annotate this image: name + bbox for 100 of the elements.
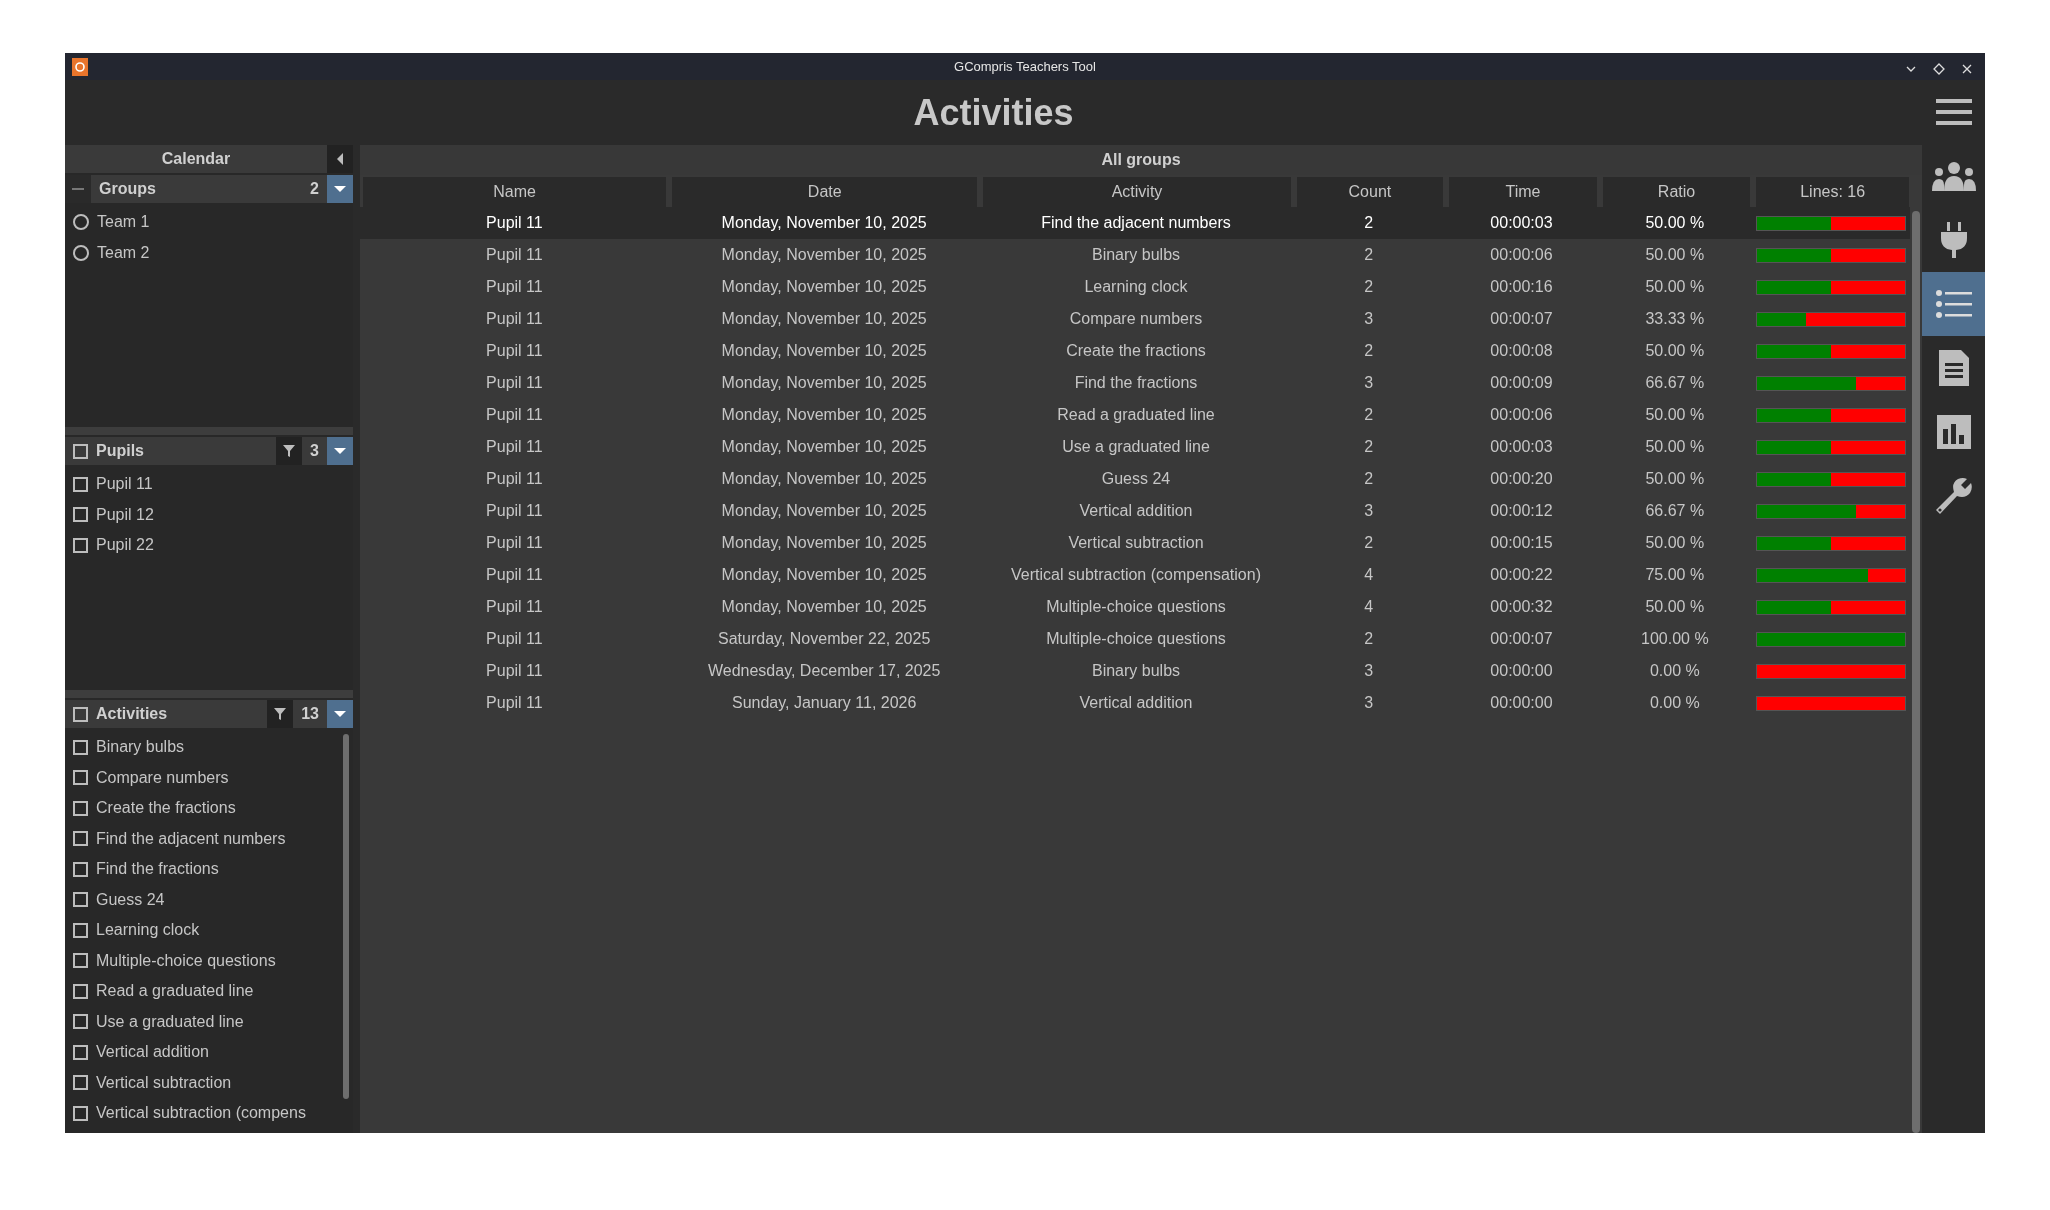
collapse-icon[interactable] xyxy=(335,152,345,166)
checkbox[interactable] xyxy=(73,507,88,523)
checkbox[interactable] xyxy=(73,892,88,908)
table-cell: 00:00:12 xyxy=(1490,502,1553,519)
table-row[interactable]: Pupil 11 Monday, November 10, 2025 Create the fractions 2 00:00:08 50.00 % xyxy=(360,335,1910,367)
list-item[interactable]: Pupil 12 xyxy=(96,502,154,527)
table-cell: 00:00:03 xyxy=(1490,438,1553,455)
column-header[interactable]: Date xyxy=(672,177,978,207)
checkbox[interactable] xyxy=(73,953,88,969)
radio-button[interactable] xyxy=(73,244,89,261)
checkbox[interactable] xyxy=(73,770,88,786)
column-header[interactable]: Time xyxy=(1449,177,1597,207)
list-item[interactable]: Multiple-choice questions xyxy=(96,948,276,973)
table-row[interactable]: Pupil 11 Monday, November 10, 2025 Binary bulbs 2 00:00:06 50.00 % xyxy=(360,239,1910,271)
table-cell: 00:00:08 xyxy=(1490,342,1553,359)
list-item[interactable]: Compare numbers xyxy=(96,765,229,790)
column-header[interactable]: Ratio xyxy=(1602,177,1751,207)
table-cell: 50.00 % xyxy=(1645,342,1705,359)
table-cell: Pupil 11 xyxy=(486,534,543,551)
dropdown-icon[interactable] xyxy=(333,710,347,718)
dropdown-icon[interactable] xyxy=(333,447,347,455)
checkbox[interactable] xyxy=(73,800,88,816)
dropdown-icon[interactable] xyxy=(333,185,347,193)
checkbox[interactable] xyxy=(73,739,88,755)
list-item[interactable]: Vertical addition xyxy=(96,1040,209,1065)
table-cell: Pupil 11 xyxy=(486,342,543,359)
table-cell: Monday, November 10, 2025 xyxy=(721,278,927,295)
list-item[interactable]: Pupil 22 xyxy=(96,533,154,558)
scrollbar[interactable] xyxy=(343,734,349,1099)
list-item[interactable]: Team 2 xyxy=(97,240,150,265)
table-row[interactable]: Pupil 11 Wednesday, December 17, 2025 Binary bulbs 3 00:00:00 0.00 % xyxy=(360,655,1910,687)
list-item[interactable]: Create the fractions xyxy=(96,796,236,821)
filter-icon[interactable] xyxy=(273,707,288,721)
checkbox[interactable] xyxy=(73,537,88,553)
menu-icon[interactable] xyxy=(1935,97,1972,127)
list-icon[interactable] xyxy=(1935,289,1972,319)
checkbox[interactable] xyxy=(73,1105,88,1121)
table-cell: Pupil 11 xyxy=(486,630,543,647)
checkbox[interactable] xyxy=(73,861,88,877)
column-header[interactable]: Lines: 16 xyxy=(1756,177,1909,207)
radio-button[interactable] xyxy=(73,214,89,231)
list-item[interactable]: Team 1 xyxy=(97,210,150,235)
column-header[interactable]: Name xyxy=(363,177,667,207)
table-row[interactable]: Pupil 11 Monday, November 10, 2025 Find the adjacent numbers 2 00:00:03 50.00 % xyxy=(360,207,1910,239)
list-item[interactable]: Read a graduated line xyxy=(96,979,254,1004)
checkbox[interactable] xyxy=(73,476,88,492)
table-row[interactable]: Pupil 11 Sunday, January 11, 2026 Vertical addition 3 00:00:00 0.00 % xyxy=(360,687,1910,719)
column-header[interactable]: Activity xyxy=(983,177,1291,207)
list-item[interactable]: Guess 24 xyxy=(96,887,165,912)
checkbox[interactable] xyxy=(73,443,88,459)
maximize-icon[interactable] xyxy=(1933,62,1945,75)
list-item[interactable]: Binary bulbs xyxy=(96,735,185,760)
table-cell: Learning clock xyxy=(1084,278,1188,295)
checkbox[interactable] xyxy=(73,1044,88,1060)
checkbox[interactable] xyxy=(73,831,88,847)
list-item[interactable]: Vertical subtraction (compens xyxy=(96,1101,306,1126)
document-icon[interactable] xyxy=(1938,350,1969,386)
checkbox[interactable] xyxy=(73,1075,88,1091)
close-icon[interactable] xyxy=(1961,62,1973,75)
checkbox[interactable] xyxy=(73,983,88,999)
table-cell: 66.67 % xyxy=(1645,502,1705,519)
filter-icon[interactable] xyxy=(282,444,297,458)
checkbox[interactable] xyxy=(73,1014,88,1030)
table-row[interactable]: Pupil 11 Monday, November 10, 2025 Guess 24 2 00:00:20 50.00 % xyxy=(360,463,1910,495)
table-row[interactable]: Pupil 11 Monday, November 10, 2025 Learning clock 2 00:00:16 50.00 % xyxy=(360,271,1910,303)
table-cell: Pupil 11 xyxy=(486,502,543,519)
table-row[interactable]: Pupil 11 Monday, November 10, 2025 Read a graduated line 2 00:00:06 50.00 % xyxy=(360,399,1910,431)
table-row[interactable]: Pupil 11 Monday, November 10, 2025 Find the fractions 3 00:00:09 66.67 % xyxy=(360,367,1910,399)
bar-chart-icon[interactable] xyxy=(1936,415,1971,449)
calendar-title: Calendar xyxy=(160,149,232,169)
wrench-icon[interactable] xyxy=(1935,478,1972,514)
table-cell: 100.00 % xyxy=(1641,630,1709,647)
table-cell: 75.00 % xyxy=(1645,566,1705,583)
list-item[interactable]: Learning clock xyxy=(96,918,200,943)
table-row[interactable]: Pupil 11 Monday, November 10, 2025 Vertical addition 3 00:00:12 66.67 % xyxy=(360,495,1910,527)
table-row[interactable]: Pupil 11 Monday, November 10, 2025 Multiple-choice questions 4 00:00:32 50.00 % xyxy=(360,591,1910,623)
scrollbar[interactable] xyxy=(1912,211,1920,1133)
checkbox[interactable] xyxy=(73,922,88,938)
list-item[interactable]: Find the adjacent numbers xyxy=(96,826,286,851)
minus-icon[interactable] xyxy=(72,187,84,191)
table-cell: 66.67 % xyxy=(1645,374,1705,391)
table-row[interactable]: Pupil 11 Monday, November 10, 2025 Use a graduated line 2 00:00:03 50.00 % xyxy=(360,431,1910,463)
column-header[interactable]: Count xyxy=(1296,177,1444,207)
checkbox[interactable] xyxy=(73,706,88,722)
table-row[interactable]: Pupil 11 Monday, November 10, 2025 Vertical subtraction (compensation) 4 00:00:22 75.00 % xyxy=(360,559,1910,591)
list-item[interactable]: Vertical subtraction xyxy=(96,1070,232,1095)
plug-icon[interactable] xyxy=(1939,222,1968,258)
table-cell: Monday, November 10, 2025 xyxy=(721,310,927,327)
table-cell: 2 xyxy=(1364,342,1374,359)
table-cell: 00:00:16 xyxy=(1490,278,1553,295)
table-cell: 00:00:07 xyxy=(1490,310,1553,327)
table-row[interactable]: Pupil 11 Saturday, November 22, 2025 Multiple-choice questions 2 00:00:07 100.00 % xyxy=(360,623,1910,655)
list-item[interactable]: Use a graduated line xyxy=(96,1009,244,1034)
table-cell: 4 xyxy=(1364,598,1374,615)
table-cell: 00:00:06 xyxy=(1490,246,1553,263)
table-row[interactable]: Pupil 11 Monday, November 10, 2025 Vertical subtraction 2 00:00:15 50.00 % xyxy=(360,527,1910,559)
list-item[interactable]: Find the fractions xyxy=(96,857,219,882)
table-row[interactable]: Pupil 11 Monday, November 10, 2025 Compare numbers 3 00:00:07 33.33 % xyxy=(360,303,1910,335)
users-icon[interactable] xyxy=(1931,161,1976,191)
list-item[interactable]: Pupil 11 xyxy=(96,472,153,497)
